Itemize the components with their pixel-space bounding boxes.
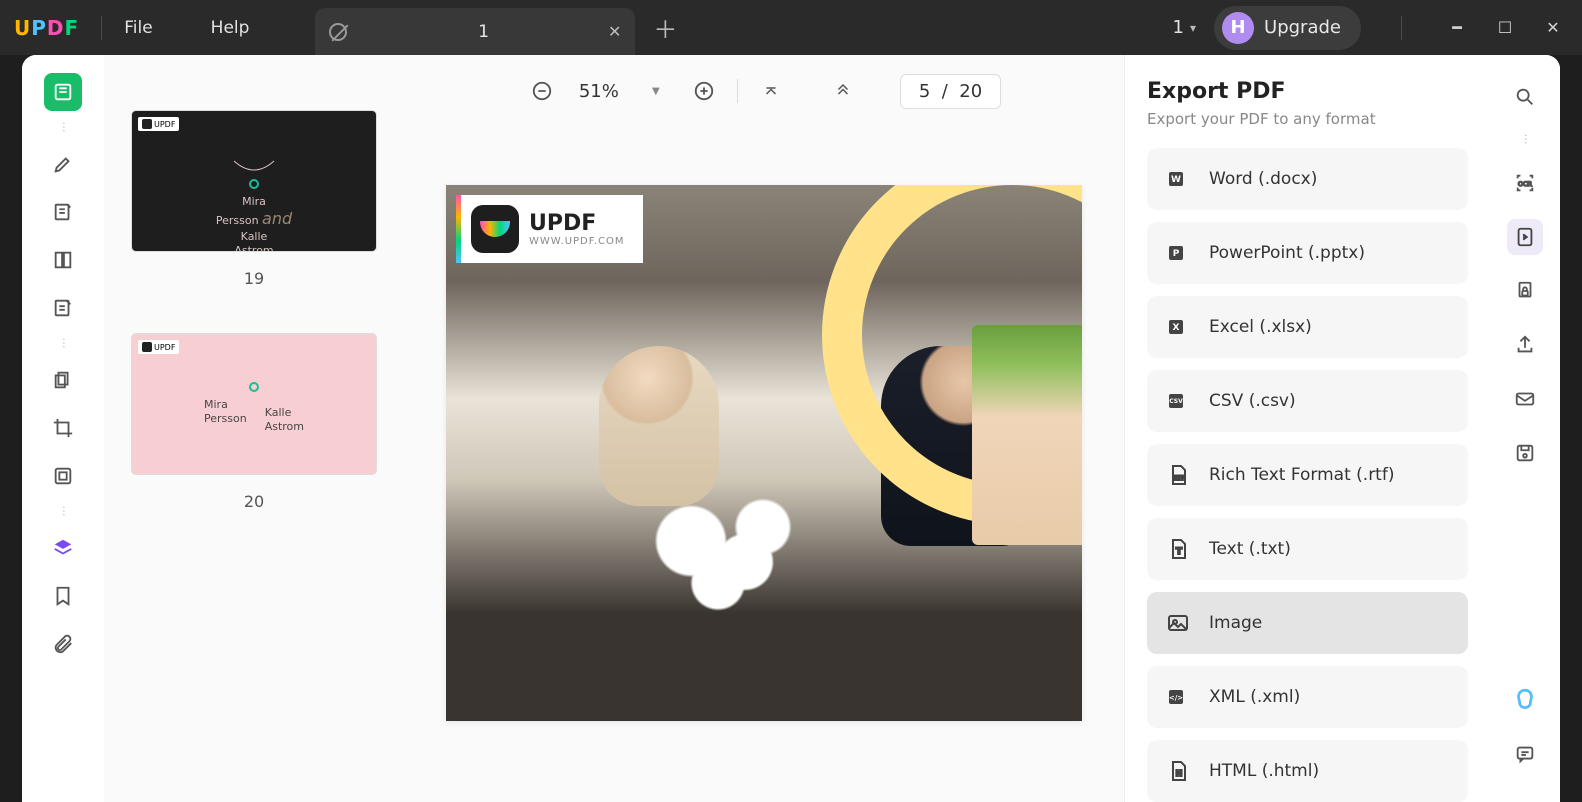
svg-text:H: H	[1176, 769, 1183, 778]
thumbnail-panel: UPDF MiraPersson andKalleAstrom 19 UPDF …	[104, 55, 404, 802]
svg-text:X: X	[1173, 323, 1180, 333]
window-minimize-button[interactable]: ━	[1442, 18, 1472, 37]
zoom-dropdown[interactable]: ▼	[641, 76, 671, 106]
highlight-tool[interactable]	[44, 145, 82, 183]
export-subtitle: Export your PDF to any format	[1147, 110, 1468, 128]
window-maximize-button[interactable]: ☐	[1490, 18, 1520, 37]
organize-tool[interactable]	[44, 361, 82, 399]
ai-assistant-button[interactable]	[1507, 682, 1543, 718]
csv-icon: CSV	[1165, 388, 1191, 414]
avatar: H	[1222, 12, 1254, 44]
thumbnail-19[interactable]: UPDF MiraPersson andKalleAstrom	[132, 111, 376, 251]
titlebar-right: 1 ▾ H Upgrade ━ ☐ ✕	[1173, 6, 1568, 50]
rtf-icon: RTF	[1165, 462, 1191, 488]
crop-tool[interactable]	[44, 409, 82, 447]
save-button[interactable]	[1507, 435, 1543, 471]
reader-tool[interactable]	[44, 73, 82, 111]
edit-text-tool[interactable]	[44, 193, 82, 231]
thumb-badge: UPDF	[138, 340, 179, 354]
export-panel: Export PDF Export your PDF to any format…	[1124, 55, 1490, 802]
left-toolbar: ⋯ ⋯ ⋯	[22, 55, 104, 802]
html-icon: H	[1165, 758, 1191, 784]
form-tool[interactable]	[44, 289, 82, 327]
more-icon: ⋯	[56, 506, 70, 519]
upgrade-label: Upgrade	[1264, 17, 1341, 38]
more-icon: ⋯	[56, 122, 70, 135]
compress-tool[interactable]	[44, 457, 82, 495]
document-canvas: 51% ▼ 5 / 20 UPDF WWW.UPDF.COM	[404, 55, 1124, 802]
zoom-out-button[interactable]	[527, 76, 557, 106]
separator	[737, 79, 738, 103]
new-tab-button[interactable]: ＋	[653, 10, 677, 45]
xml-icon: </>	[1165, 684, 1191, 710]
export-powerpoint[interactable]: P PowerPoint (.pptx)	[1147, 222, 1468, 284]
menu-file[interactable]: File	[124, 18, 152, 38]
ocr-button[interactable]: OCR	[1507, 165, 1543, 201]
first-page-button[interactable]	[756, 76, 786, 106]
window-count-dropdown[interactable]: 1 ▾	[1173, 17, 1196, 38]
thumbnail-number: 20	[132, 492, 376, 511]
tab-close-button[interactable]: ✕	[608, 22, 621, 41]
divider	[1401, 16, 1402, 40]
workspace: ⋯ ⋯ ⋯	[22, 55, 1560, 802]
zoom-in-button[interactable]	[689, 76, 719, 106]
page-indicator[interactable]: 5 / 20	[900, 74, 1001, 109]
svg-text:OCR: OCR	[1518, 180, 1533, 188]
share-button[interactable]	[1507, 327, 1543, 363]
email-button[interactable]	[1507, 381, 1543, 417]
svg-text:CSV: CSV	[1169, 398, 1183, 405]
protect-button[interactable]	[1507, 273, 1543, 309]
bookmark-tool[interactable]	[44, 577, 82, 615]
upgrade-button[interactable]: H Upgrade	[1214, 6, 1361, 50]
export-title: Export PDF	[1147, 79, 1468, 104]
divider	[101, 16, 102, 40]
tab-title: 1	[359, 22, 608, 42]
svg-text:P: P	[1173, 249, 1180, 259]
export-html[interactable]: H HTML (.html)	[1147, 740, 1468, 802]
search-button[interactable]	[1507, 79, 1543, 115]
app-logo: UPDF	[14, 16, 79, 40]
comment-button[interactable]	[1507, 736, 1543, 772]
export-text[interactable]: T Text (.txt)	[1147, 518, 1468, 580]
export-image[interactable]: Image	[1147, 592, 1468, 654]
right-toolbar: ⋯ OCR	[1490, 55, 1560, 802]
export-excel[interactable]: X Excel (.xlsx)	[1147, 296, 1468, 358]
image-icon	[1165, 610, 1191, 636]
svg-text:</>: </>	[1169, 694, 1183, 702]
thumbnail-number: 19	[132, 269, 376, 288]
powerpoint-icon: P	[1165, 240, 1191, 266]
word-icon: W	[1165, 166, 1191, 192]
window-close-button[interactable]: ✕	[1538, 18, 1568, 37]
page-photo-side	[972, 325, 1082, 545]
export-xml[interactable]: </> XML (.xml)	[1147, 666, 1468, 728]
text-icon: T	[1165, 536, 1191, 562]
more-icon: ⋯	[1518, 134, 1532, 147]
export-rtf[interactable]: RTF Rich Text Format (.rtf)	[1147, 444, 1468, 506]
prev-page-button[interactable]	[828, 76, 858, 106]
svg-text:W: W	[1171, 175, 1181, 185]
attachment-tool[interactable]	[44, 625, 82, 663]
svg-text:T: T	[1176, 547, 1183, 557]
thumbnail-20[interactable]: UPDF MiraPersson KalleAstrom	[132, 334, 376, 474]
canvas-toolbar: 51% ▼ 5 / 20	[404, 63, 1124, 119]
more-icon: ⋯	[56, 338, 70, 351]
pages-tool[interactable]	[44, 241, 82, 279]
page-view[interactable]: UPDF WWW.UPDF.COM	[446, 185, 1082, 721]
layers-tool[interactable]	[44, 529, 82, 567]
window-count: 1	[1173, 17, 1184, 38]
export-word[interactable]: W Word (.docx)	[1147, 148, 1468, 210]
menu-help[interactable]: Help	[211, 18, 250, 38]
thumb-badge: UPDF	[138, 117, 179, 131]
zoom-value: 51%	[579, 81, 619, 102]
export-csv[interactable]: CSV CSV (.csv)	[1147, 370, 1468, 432]
unsaved-icon	[329, 23, 347, 41]
export-button[interactable]	[1507, 219, 1543, 255]
title-bar: UPDF File Help 1 ✕ ＋ 1 ▾ H Upgrade ━ ☐ ✕	[0, 0, 1582, 55]
updf-watermark: UPDF WWW.UPDF.COM	[456, 195, 643, 263]
svg-text:RTF: RTF	[1173, 475, 1186, 482]
chevron-down-icon: ▾	[1190, 21, 1196, 35]
document-tab[interactable]: 1 ✕	[315, 8, 635, 55]
excel-icon: X	[1165, 314, 1191, 340]
